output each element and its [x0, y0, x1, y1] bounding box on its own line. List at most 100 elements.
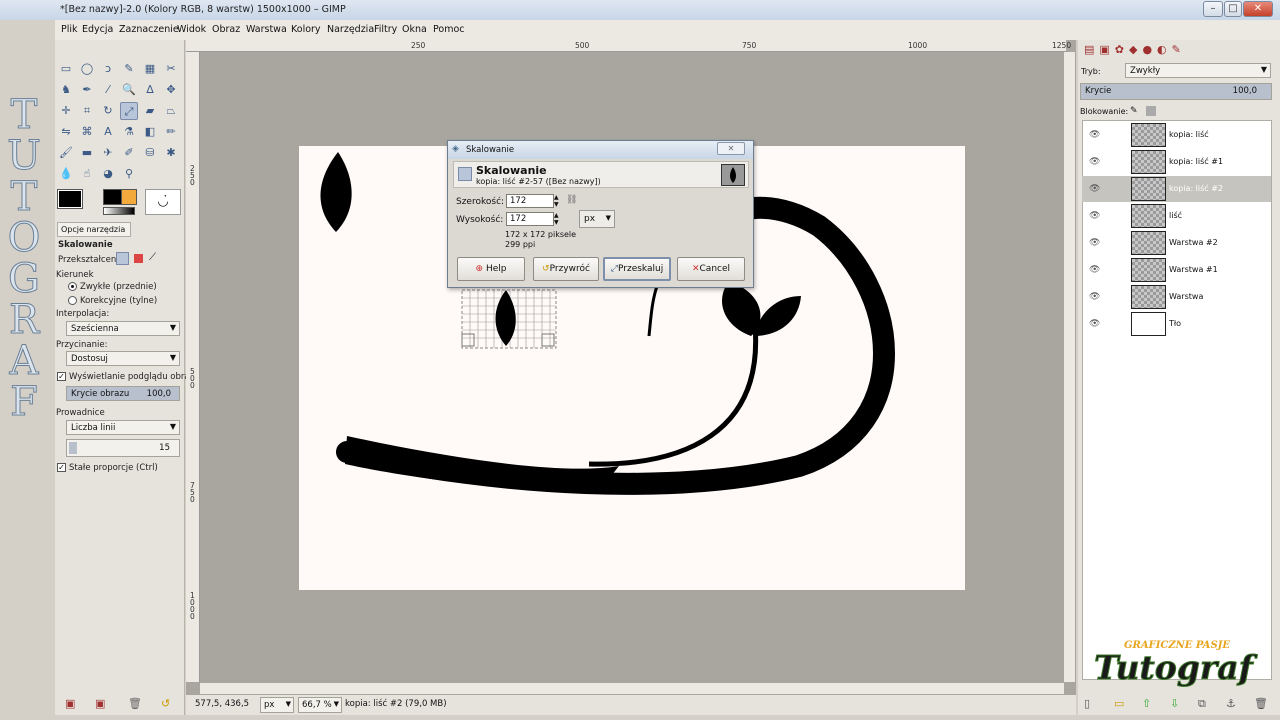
- menu-warstwa[interactable]: Warstwa: [246, 24, 287, 35]
- new-layer-icon[interactable]: ▯: [1084, 697, 1090, 710]
- dialog-unit-select[interactable]: px ▼: [579, 210, 615, 228]
- color-select-icon[interactable]: ▦: [141, 60, 159, 78]
- dropper-icon[interactable]: ⚲: [120, 165, 138, 183]
- airbrush-icon[interactable]: ✈: [99, 144, 117, 162]
- height-field[interactable]: 172: [506, 212, 554, 226]
- close-button[interactable]: ✕: [1243, 1, 1273, 17]
- dialog-close-button[interactable]: ✕: [717, 142, 745, 155]
- heal-icon[interactable]: ✱: [162, 144, 180, 162]
- paths-icon[interactable]: ✒: [78, 81, 96, 99]
- height-spinner[interactable]: ▲ ▼: [554, 212, 559, 226]
- clone-icon[interactable]: ⛁: [141, 144, 159, 162]
- reset-options-icon[interactable]: ↺: [161, 697, 170, 710]
- pattern-preview[interactable]: [121, 189, 137, 205]
- image-opacity-slider[interactable]: Krycie obrazu 100,0: [66, 386, 180, 401]
- foreground-color-swatch[interactable]: [57, 189, 83, 209]
- text-tool-icon[interactable]: A: [99, 123, 117, 141]
- maximize-button[interactable]: □: [1224, 1, 1242, 17]
- menu-obraz[interactable]: Obraz: [212, 24, 240, 35]
- align-icon[interactable]: ✛: [57, 102, 75, 120]
- lower-layer-icon[interactable]: ⇩: [1170, 697, 1179, 710]
- eye-icon[interactable]: 👁: [1089, 265, 1100, 275]
- menu-narzedzia[interactable]: Narzędzia: [327, 24, 374, 35]
- help-button[interactable]: ⊕ Help: [457, 257, 525, 281]
- menu-plik[interactable]: Plik: [61, 24, 78, 35]
- move-icon[interactable]: ✥: [162, 81, 180, 99]
- lines-count-field[interactable]: 15: [66, 439, 180, 457]
- perspective-icon[interactable]: ⏢: [162, 102, 180, 120]
- reset-button[interactable]: ↺Przywróć: [533, 257, 599, 281]
- lock-alpha-icon[interactable]: [1146, 106, 1156, 116]
- menu-edycja[interactable]: Edycja: [82, 24, 113, 35]
- eraser-icon[interactable]: ▬: [78, 144, 96, 162]
- layer-row-selected[interactable]: 👁 kopia: liść #2: [1082, 176, 1271, 202]
- width-field[interactable]: 172: [506, 194, 554, 208]
- smudge-icon[interactable]: ☝: [78, 165, 96, 183]
- scale-tool-icon[interactable]: ⤢: [120, 102, 138, 120]
- width-spinner[interactable]: ▲ ▼: [554, 194, 559, 208]
- horizontal-scrollbar[interactable]: [200, 683, 1064, 694]
- direction-normal-radio[interactable]: [68, 282, 77, 291]
- eye-icon[interactable]: 👁: [1089, 238, 1100, 248]
- layer-row[interactable]: 👁 Tło: [1082, 311, 1271, 337]
- measure-icon[interactable]: ∆: [141, 81, 159, 99]
- eye-icon[interactable]: 👁: [1089, 184, 1100, 194]
- layer-opacity-slider[interactable]: Krycie 100,0: [1080, 83, 1272, 100]
- paintbrush-icon[interactable]: 🖌: [57, 144, 75, 162]
- layer-row[interactable]: 👁 kopia: liść: [1082, 122, 1271, 148]
- dialog-titlebar[interactable]: ◈ Skalowanie ✕: [448, 141, 753, 159]
- tab-tool-options[interactable]: Opcje narzędzia: [57, 222, 131, 237]
- pencil-icon[interactable]: ✏: [162, 123, 180, 141]
- chain-link-icon[interactable]: ⛓: [566, 195, 577, 205]
- save-options-icon[interactable]: ▣: [65, 697, 75, 710]
- delete-options-icon[interactable]: 🗑: [128, 697, 142, 710]
- layer-row[interactable]: 👁 Warstwa #1: [1082, 257, 1271, 283]
- vertical-scrollbar[interactable]: [1064, 52, 1075, 682]
- zoom-icon[interactable]: 🔍: [120, 81, 138, 99]
- interpolation-select[interactable]: Sześcienna ▼: [66, 321, 180, 336]
- unit-select[interactable]: px ▼: [260, 697, 294, 713]
- layer-row[interactable]: 👁 Warstwa #2: [1082, 230, 1271, 256]
- scissors-icon[interactable]: ✂: [162, 60, 180, 78]
- eye-icon[interactable]: 👁: [1089, 292, 1100, 302]
- cage-icon[interactable]: ⌘: [78, 123, 96, 141]
- constrain-checkbox[interactable]: ✓: [57, 463, 66, 472]
- restore-options-icon[interactable]: ▣: [95, 697, 105, 710]
- fuzzy-select-icon[interactable]: ✎: [120, 60, 138, 78]
- image-preview-icon[interactable]: ◡̇: [145, 189, 181, 215]
- clipping-select[interactable]: Dostosuj ▼: [66, 351, 180, 366]
- eye-icon[interactable]: 👁: [1089, 211, 1100, 221]
- eye-icon[interactable]: 👁: [1089, 157, 1100, 167]
- crop-icon[interactable]: ⌗: [78, 102, 96, 120]
- scale-button[interactable]: ⤢Przeskaluj: [603, 257, 671, 281]
- layer-row[interactable]: 👁 Warstwa: [1082, 284, 1271, 310]
- rotate-icon[interactable]: ↻: [99, 102, 117, 120]
- transform-layer-icon[interactable]: [116, 252, 129, 265]
- ink-icon[interactable]: ✐: [120, 144, 138, 162]
- color-picker-icon[interactable]: ⁄: [99, 81, 117, 99]
- mode-select[interactable]: Zwykły ▼: [1125, 63, 1271, 78]
- menu-pomoc[interactable]: Pomoc: [433, 24, 465, 35]
- shear-icon[interactable]: ▰: [141, 102, 159, 120]
- foreground-select-icon[interactable]: ♞: [57, 81, 75, 99]
- ellipse-select-icon[interactable]: ◯: [78, 60, 96, 78]
- menu-kolory[interactable]: Kolory: [291, 24, 321, 35]
- menu-zaznaczenie[interactable]: Zaznaczenie: [119, 24, 179, 35]
- menu-filtry[interactable]: Filtry: [374, 24, 397, 35]
- cancel-button[interactable]: ✕Cancel: [677, 257, 745, 281]
- eye-icon[interactable]: 👁: [1089, 319, 1100, 329]
- new-group-icon[interactable]: ▭: [1114, 697, 1124, 710]
- preview-checkbox[interactable]: ✓: [57, 372, 66, 381]
- transform-path-icon[interactable]: ⟋: [149, 252, 156, 263]
- duplicate-layer-icon[interactable]: ⧉: [1198, 697, 1206, 711]
- layer-row[interactable]: 👁 kopia: liść #1: [1082, 149, 1271, 175]
- menu-okna[interactable]: Okna: [402, 24, 427, 35]
- eye-icon[interactable]: 👁: [1089, 130, 1100, 140]
- delete-layer-icon[interactable]: 🗑: [1254, 697, 1268, 710]
- blur-icon[interactable]: 💧: [57, 165, 75, 183]
- dodge-icon[interactable]: ◕: [99, 165, 117, 183]
- anchor-layer-icon[interactable]: ⚓: [1226, 697, 1236, 710]
- raise-layer-icon[interactable]: ⇧: [1142, 697, 1151, 710]
- bucket-fill-icon[interactable]: ⚗: [120, 123, 138, 141]
- dock-tabs-icons[interactable]: ▤▣✿◆●◐✎: [1084, 43, 1204, 60]
